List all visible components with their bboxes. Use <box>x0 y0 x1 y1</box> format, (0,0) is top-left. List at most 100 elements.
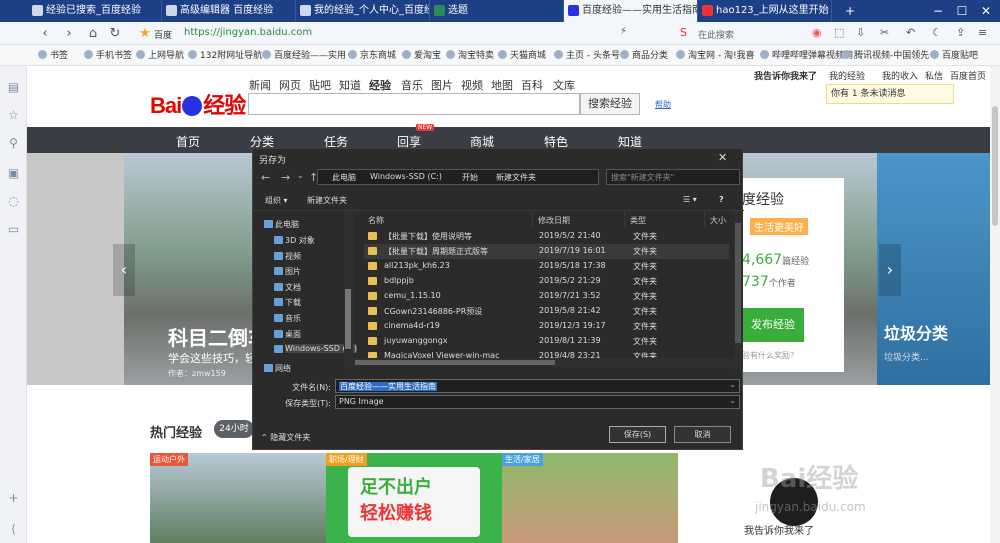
file-row[interactable]: CGown23146886-PR预设 2019/5/8 21:42 文件夹 <box>364 304 729 319</box>
refresh-icon[interactable]: ↻ <box>106 25 124 43</box>
browser-tab-active[interactable]: 百度经验——实用生活指南 <box>564 0 698 22</box>
file-list-hscrollbar[interactable] <box>354 358 734 367</box>
forward-icon[interactable]: › <box>60 25 78 43</box>
my-experience-link[interactable]: 我的经验 <box>829 69 865 82</box>
search-tab[interactable]: 新闻 <box>249 77 271 93</box>
bookmark-item[interactable]: 商品分类 <box>620 48 668 61</box>
search-button[interactable]: 搜索经验 <box>580 93 640 115</box>
breadcrumb[interactable]: Windows-SSD (C:) <box>370 172 442 181</box>
column-name[interactable]: 名称 <box>368 215 384 226</box>
home-icon[interactable]: ⌂ <box>84 25 102 43</box>
search-tab-active[interactable]: 经验 <box>369 77 391 93</box>
tree-item[interactable]: 网络 <box>264 363 291 374</box>
browser-search-input[interactable]: 在此搜索 <box>698 28 734 41</box>
column-size[interactable]: 大小 <box>710 215 726 226</box>
tree-item[interactable]: 下载 <box>274 297 301 308</box>
banner-next-arrow[interactable]: › <box>879 244 901 296</box>
minimize-button[interactable]: − <box>926 0 950 22</box>
search-engine-icon[interactable]: S <box>680 26 687 39</box>
hot-24h-tab[interactable]: 24小时 <box>214 420 254 438</box>
hot-card-home[interactable] <box>502 453 678 543</box>
file-row[interactable]: cinema4d-r19 2019/12/3 19:17 文件夹 <box>364 319 729 334</box>
help-link[interactable]: 帮助 <box>655 99 671 110</box>
browser-tab[interactable]: hao123_上网从这里开始 <box>698 0 832 22</box>
favorite-star-icon[interactable]: ★ <box>136 25 154 43</box>
new-folder-button[interactable]: 新建文件夹 <box>307 195 347 206</box>
browser-tab[interactable]: 选题 <box>430 0 564 22</box>
organize-button[interactable]: 组织 ▾ <box>265 195 288 206</box>
messages-link[interactable]: 私信 <box>925 69 943 82</box>
bookmark-item[interactable]: 天猫商城 <box>498 48 546 61</box>
tree-item[interactable]: 视频 <box>274 251 301 262</box>
share-icon[interactable]: ⇪ <box>956 26 965 39</box>
dialog-forward-icon[interactable]: → <box>281 171 290 184</box>
file-list-scrollbar[interactable] <box>734 211 743 369</box>
bookmark-item[interactable]: 爱淘宝 <box>402 48 441 61</box>
save-button[interactable]: 保存(S) <box>609 426 666 443</box>
unread-message-notice[interactable]: 你有 1 条未读消息 <box>826 84 954 104</box>
dialog-back-icon[interactable]: ← <box>261 171 270 184</box>
bookmark-item[interactable]: 主页 - 头条号 <box>554 48 620 61</box>
search-tab[interactable]: 文库 <box>553 77 575 93</box>
page-scrollbar[interactable] <box>990 66 1000 543</box>
sidebar-bookmark-icon[interactable]: ▤ <box>6 80 21 95</box>
bookmark-item[interactable]: 书签 <box>38 48 68 61</box>
sidebar-search-icon[interactable]: ⚲ <box>6 136 21 151</box>
dialog-dropdown-icon[interactable]: ⌄ <box>297 171 304 180</box>
search-tab[interactable]: 地图 <box>491 77 513 93</box>
game-icon[interactable]: ◉ <box>812 26 822 39</box>
dialog-search-input[interactable]: 搜索"新建文件夹" <box>606 169 740 185</box>
tree-item[interactable]: 此电脑 <box>264 219 299 230</box>
browser-tab[interactable]: 我的经验_个人中心_百度经验 <box>296 0 430 22</box>
publish-experience-button[interactable]: 发布经验 <box>742 308 804 342</box>
column-date[interactable]: 修改日期 <box>538 215 570 226</box>
user-greeting[interactable]: 我告诉你我来了 <box>754 69 817 82</box>
download-icon[interactable]: ⇩ <box>856 26 865 39</box>
search-tab[interactable]: 网页 <box>279 77 301 93</box>
column-type[interactable]: 类型 <box>630 215 646 226</box>
tree-item[interactable]: 3D 对象 <box>274 235 315 246</box>
sidebar-collapse-icon[interactable]: ⟨ <box>6 522 21 537</box>
search-tab[interactable]: 音乐 <box>401 77 423 93</box>
menu-icon[interactable]: ≡ <box>978 26 987 39</box>
hot-card-outdoor[interactable] <box>150 453 326 543</box>
help-icon[interactable]: ? <box>719 195 724 204</box>
scissors-icon[interactable]: ✂ <box>880 26 889 39</box>
undo-icon[interactable]: ↶ <box>906 26 915 39</box>
search-tab[interactable]: 视频 <box>461 77 483 93</box>
reward-note[interactable]: 验有什么奖励？ <box>742 350 798 361</box>
baidu-home-link[interactable]: 百度首页 <box>950 69 986 82</box>
tree-scrollbar[interactable] <box>344 211 353 369</box>
search-tab[interactable]: 贴吧 <box>309 77 331 93</box>
hide-folders-toggle[interactable]: ⌃ 隐藏文件夹 <box>261 432 310 443</box>
view-options-icon[interactable]: ☰ ▾ <box>683 195 697 204</box>
sidebar-note-icon[interactable]: ▣ <box>6 166 21 181</box>
new-tab-icon[interactable]: + <box>838 0 862 22</box>
dialog-close-button[interactable]: ✕ <box>718 151 727 164</box>
bookmark-item[interactable]: 淘宝特卖 <box>446 48 494 61</box>
sidebar-chat-icon[interactable]: ◌ <box>6 194 21 209</box>
banner-prev-arrow[interactable]: ‹ <box>113 244 135 296</box>
lightning-icon[interactable]: ⚡ <box>620 26 627 37</box>
maximize-button[interactable]: ☐ <box>950 0 974 22</box>
breadcrumb[interactable]: 开始 <box>462 172 478 183</box>
file-row-highlighted[interactable]: 【批量下载】周期题正式版等 2019/7/19 16:01 文件夹 <box>364 244 729 259</box>
extension-icon[interactable]: ⬚ <box>834 26 844 39</box>
nav-item-home[interactable]: 首页 <box>176 133 200 150</box>
night-mode-icon[interactable]: ☾ <box>932 26 942 39</box>
bookmark-item[interactable]: 淘宝网 - 淘!我喜 <box>676 48 755 61</box>
file-row[interactable]: all213pk_kh6.23 2019/5/18 17:38 文件夹 <box>364 259 729 274</box>
hot-card-finance[interactable]: 足不出户 轻松赚钱 <box>326 453 502 543</box>
my-income-link[interactable]: 我的收入 <box>882 69 918 82</box>
dialog-path-bar[interactable]: 此电脑 Windows-SSD (C:) 开始 新建文件夹 <box>317 169 599 185</box>
filetype-select[interactable]: PNG Image ⌄ <box>335 395 740 409</box>
url-field[interactable]: https://jingyan.baidu.com <box>184 27 312 38</box>
filename-input[interactable]: 百度经验——实用生活指南 ⌄ <box>335 379 740 393</box>
cancel-button[interactable]: 取消 <box>674 426 731 443</box>
search-tab[interactable]: 图片 <box>431 77 453 93</box>
browser-tab[interactable]: 经验已搜索_百度经验 <box>28 0 162 22</box>
bookmark-item[interactable]: 132附网址导航 <box>188 48 262 61</box>
banner-right-headline[interactable]: 垃圾分类 <box>884 320 948 344</box>
back-icon[interactable]: ‹ <box>36 25 54 43</box>
chevron-down-icon[interactable]: ⌄ <box>729 396 736 405</box>
